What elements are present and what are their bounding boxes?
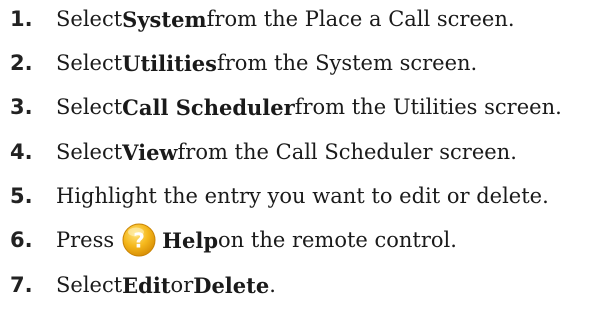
step-text: Highlight the entry you want to edit or … [56, 184, 549, 208]
step-number: 3. [10, 95, 33, 119]
step-number: 5. [10, 184, 33, 208]
help-question-icon: ? [122, 223, 156, 257]
step-text: Select System from the Place a Call scre… [56, 6, 515, 32]
step-number: 6. [10, 228, 33, 252]
svg-text:?: ? [133, 229, 145, 253]
step-number: 7. [10, 273, 33, 297]
step-text: Select Call Scheduler from the Utilities… [56, 94, 562, 120]
step-text: Press ? Help on the remote control. [56, 223, 457, 257]
step-number: 2. [10, 51, 33, 75]
step-text: Select Utilities from the System screen. [56, 50, 478, 76]
step-text: Select Edit or Delete. [56, 272, 276, 298]
step-number: 4. [10, 140, 33, 164]
step-text: Select View from the Call Scheduler scre… [56, 139, 517, 165]
step-number: 1. [10, 7, 33, 31]
